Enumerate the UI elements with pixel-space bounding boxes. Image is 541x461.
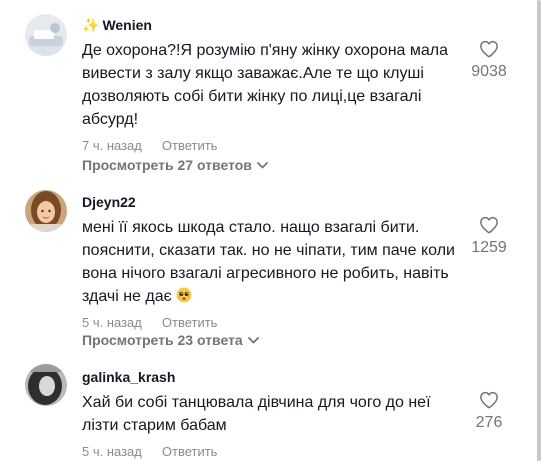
- comment-text: мені її якось шкода стало. нащо взагалі …: [82, 216, 462, 308]
- sparkle-icon: ✨: [82, 17, 100, 33]
- chevron-down-icon: [247, 330, 259, 348]
- username-text: Wenien: [102, 17, 152, 33]
- scrollbar-thumb[interactable]: [537, 0, 541, 461]
- avatar[interactable]: [25, 190, 67, 232]
- reply-button[interactable]: Ответить: [162, 138, 218, 153]
- view-replies-button[interactable]: Просмотреть 23 ответа: [82, 330, 259, 349]
- comment-meta: 5 ч. назад Ответить: [82, 444, 462, 460]
- like-button[interactable]: 276: [467, 391, 511, 433]
- chevron-down-icon: [256, 155, 268, 173]
- reply-button[interactable]: Ответить: [162, 444, 218, 459]
- pleading-face-emoji-icon: [176, 287, 192, 303]
- heart-outline-icon: [480, 391, 498, 409]
- scrollbar[interactable]: [537, 0, 541, 461]
- comment-text: Де охорона?!Я розумію п'яну жінку охорон…: [82, 42, 449, 128]
- like-button[interactable]: 1259: [467, 216, 511, 258]
- view-replies-label: Просмотреть 23 ответа: [82, 332, 243, 348]
- heart-outline-icon: [480, 40, 498, 58]
- avatar-image: [25, 14, 67, 56]
- reply-button[interactable]: Ответить: [162, 315, 218, 330]
- comment-time: 5 ч. назад: [82, 315, 142, 330]
- avatar[interactable]: [25, 14, 67, 56]
- like-count: 1259: [471, 239, 507, 256]
- comment-text-content: мені її якось шкода стало. нащо взагалі …: [82, 219, 455, 305]
- view-replies-label: Просмотреть 27 ответов: [82, 157, 252, 173]
- avatar[interactable]: [25, 364, 67, 406]
- comment-username[interactable]: galinka_krash: [82, 368, 462, 386]
- comment-time: 5 ч. назад: [82, 444, 142, 459]
- heart-outline-icon: [480, 216, 498, 234]
- like-count: 276: [475, 414, 503, 431]
- avatar-image: [25, 190, 67, 232]
- comment-meta: 7 ч. назад Ответить: [82, 138, 462, 154]
- like-count: 9038: [471, 63, 507, 80]
- comment-username[interactable]: ✨ Wenien: [82, 16, 462, 34]
- avatar-image: [25, 364, 67, 406]
- like-button[interactable]: 9038: [467, 40, 511, 82]
- comment-meta: 5 ч. назад Ответить: [82, 315, 462, 331]
- comment-username[interactable]: Djeyn22: [82, 193, 462, 211]
- comment-time: 7 ч. назад: [82, 138, 142, 153]
- comment-text: Хай би собі танцювала дівчина для чого д…: [82, 394, 431, 434]
- view-replies-button[interactable]: Просмотреть 27 ответов: [82, 155, 268, 174]
